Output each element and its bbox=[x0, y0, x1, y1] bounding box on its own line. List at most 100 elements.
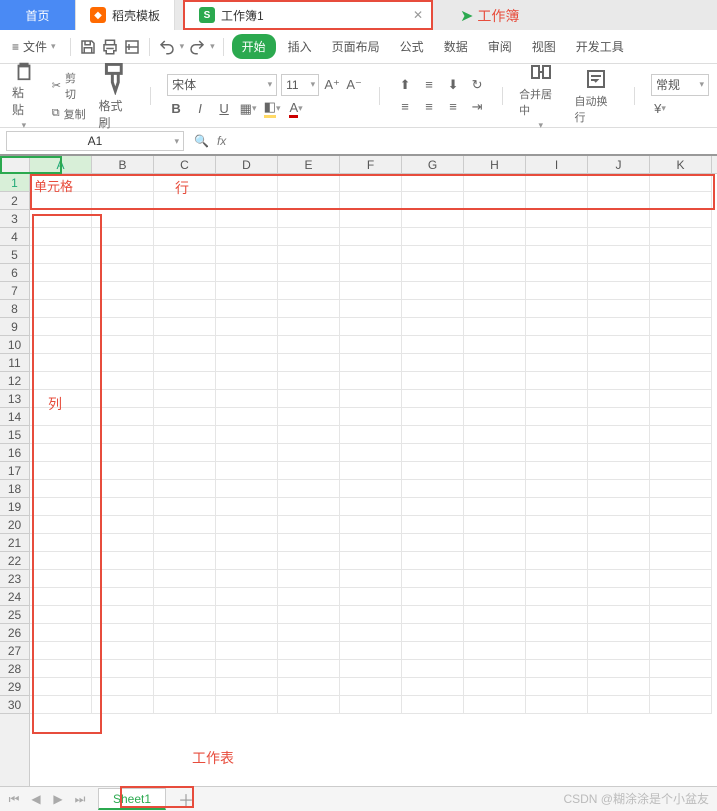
cell[interactable] bbox=[588, 552, 650, 570]
cell[interactable] bbox=[278, 444, 340, 462]
column-header[interactable]: J bbox=[588, 156, 650, 173]
font-size-select[interactable]: 11▾ bbox=[281, 74, 319, 96]
cell[interactable] bbox=[588, 498, 650, 516]
cell[interactable] bbox=[650, 534, 712, 552]
cell[interactable] bbox=[278, 336, 340, 354]
cell[interactable] bbox=[92, 282, 154, 300]
cell[interactable] bbox=[340, 228, 402, 246]
cell[interactable] bbox=[588, 534, 650, 552]
cell[interactable] bbox=[216, 552, 278, 570]
sheet-prev-icon[interactable]: ◀ bbox=[28, 791, 44, 807]
cell[interactable] bbox=[588, 588, 650, 606]
undo-icon[interactable] bbox=[158, 38, 176, 56]
cell[interactable] bbox=[216, 444, 278, 462]
cell[interactable] bbox=[650, 588, 712, 606]
cell[interactable] bbox=[402, 498, 464, 516]
menu-formula[interactable]: 公式 bbox=[392, 34, 432, 59]
cell[interactable] bbox=[588, 264, 650, 282]
cell[interactable] bbox=[650, 246, 712, 264]
cell[interactable] bbox=[30, 264, 92, 282]
cell[interactable] bbox=[216, 336, 278, 354]
cell[interactable] bbox=[340, 264, 402, 282]
cell[interactable] bbox=[154, 318, 216, 336]
cell[interactable] bbox=[464, 660, 526, 678]
cell[interactable] bbox=[650, 192, 712, 210]
cell[interactable] bbox=[340, 354, 402, 372]
auto-wrap-button[interactable]: 自动换行 bbox=[575, 67, 618, 125]
cell[interactable] bbox=[278, 462, 340, 480]
cell[interactable] bbox=[588, 246, 650, 264]
cell[interactable] bbox=[588, 480, 650, 498]
cell[interactable] bbox=[154, 606, 216, 624]
cell[interactable] bbox=[650, 696, 712, 714]
cell[interactable] bbox=[92, 498, 154, 516]
cell[interactable] bbox=[278, 372, 340, 390]
cell[interactable] bbox=[588, 282, 650, 300]
cell[interactable] bbox=[340, 174, 402, 192]
row-header[interactable]: 11 bbox=[0, 354, 29, 372]
cell[interactable] bbox=[402, 354, 464, 372]
cell[interactable] bbox=[92, 588, 154, 606]
cell[interactable] bbox=[588, 462, 650, 480]
cell[interactable] bbox=[402, 372, 464, 390]
cell[interactable] bbox=[526, 282, 588, 300]
cell[interactable] bbox=[154, 444, 216, 462]
cell[interactable] bbox=[30, 642, 92, 660]
cell[interactable] bbox=[154, 390, 216, 408]
bold-button[interactable]: B bbox=[167, 100, 185, 118]
cell[interactable] bbox=[30, 372, 92, 390]
cell[interactable] bbox=[464, 228, 526, 246]
add-sheet-button[interactable]: ＋ bbox=[172, 787, 200, 811]
cell[interactable] bbox=[526, 588, 588, 606]
cell[interactable] bbox=[154, 264, 216, 282]
cell[interactable] bbox=[278, 282, 340, 300]
cell[interactable] bbox=[340, 660, 402, 678]
row-header[interactable]: 22 bbox=[0, 552, 29, 570]
cell[interactable] bbox=[154, 552, 216, 570]
tab-workbook[interactable]: S 工作簿1 ✕ bbox=[183, 0, 433, 30]
cell[interactable] bbox=[650, 444, 712, 462]
cell[interactable] bbox=[650, 408, 712, 426]
row-header[interactable]: 7 bbox=[0, 282, 29, 300]
cell[interactable] bbox=[278, 264, 340, 282]
column-header[interactable]: I bbox=[526, 156, 588, 173]
cell[interactable] bbox=[650, 336, 712, 354]
cell[interactable] bbox=[588, 426, 650, 444]
row-header[interactable]: 27 bbox=[0, 642, 29, 660]
menu-view[interactable]: 视图 bbox=[524, 34, 564, 59]
cell[interactable] bbox=[464, 570, 526, 588]
cell[interactable] bbox=[340, 282, 402, 300]
cell[interactable] bbox=[526, 318, 588, 336]
cell[interactable] bbox=[278, 192, 340, 210]
row-header[interactable]: 19 bbox=[0, 498, 29, 516]
cell[interactable] bbox=[650, 318, 712, 336]
row-header[interactable]: 5 bbox=[0, 246, 29, 264]
cell[interactable] bbox=[402, 480, 464, 498]
cell[interactable] bbox=[216, 300, 278, 318]
cell[interactable] bbox=[464, 498, 526, 516]
cell[interactable] bbox=[30, 498, 92, 516]
cell[interactable] bbox=[278, 480, 340, 498]
cell[interactable] bbox=[92, 552, 154, 570]
cell[interactable] bbox=[340, 498, 402, 516]
print-icon[interactable] bbox=[101, 38, 119, 56]
cell[interactable] bbox=[216, 642, 278, 660]
fill-color-button[interactable]: ◧▾ bbox=[263, 100, 281, 118]
merge-center-button[interactable]: 合并居中▾ bbox=[519, 60, 562, 131]
cell[interactable] bbox=[216, 282, 278, 300]
cell[interactable] bbox=[402, 534, 464, 552]
cell[interactable] bbox=[526, 246, 588, 264]
cell[interactable] bbox=[650, 516, 712, 534]
cell[interactable] bbox=[464, 372, 526, 390]
cell[interactable] bbox=[588, 516, 650, 534]
cell[interactable] bbox=[402, 426, 464, 444]
cell[interactable] bbox=[278, 228, 340, 246]
cell[interactable] bbox=[278, 408, 340, 426]
cell[interactable] bbox=[526, 552, 588, 570]
cell[interactable] bbox=[402, 570, 464, 588]
cell[interactable] bbox=[154, 696, 216, 714]
cell[interactable] bbox=[402, 642, 464, 660]
cell[interactable] bbox=[588, 372, 650, 390]
cell[interactable] bbox=[588, 318, 650, 336]
cell[interactable] bbox=[526, 174, 588, 192]
